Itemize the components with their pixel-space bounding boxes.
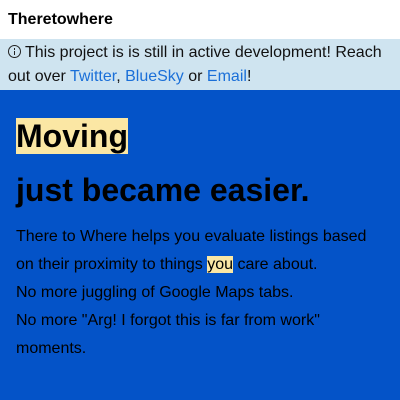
- description-line: There to Where helps you evaluate listin…: [16, 223, 384, 279]
- email-link[interactable]: Email: [207, 68, 247, 85]
- hero-section: Moving just became easier. There to Wher…: [0, 90, 400, 400]
- development-notice-banner: This project is is still in active devel…: [0, 39, 400, 90]
- twitter-link[interactable]: Twitter: [70, 68, 116, 85]
- description-text: care about.: [233, 256, 318, 273]
- highlighted-word: Moving: [16, 118, 128, 154]
- notice-separator: ,: [116, 68, 126, 85]
- hero-heading: just became easier.: [16, 172, 310, 208]
- site-header: Theretowhere: [0, 0, 400, 39]
- description-line: No more juggling of Google Maps tabs.: [16, 284, 294, 301]
- description-line: No more "Arg! I forgot this is far from …: [16, 312, 320, 357]
- info-icon: [8, 45, 21, 58]
- notice-separator: or: [183, 68, 207, 85]
- bluesky-link[interactable]: BlueSky: [125, 68, 184, 85]
- site-title[interactable]: Theretowhere: [8, 11, 113, 29]
- highlighted-word: you: [207, 256, 233, 273]
- notice-exclamation: !: [246, 68, 252, 85]
- hero-description: There to Where helps you evaluate listin…: [16, 223, 384, 363]
- hero-heading-highlight: Moving: [16, 116, 384, 156]
